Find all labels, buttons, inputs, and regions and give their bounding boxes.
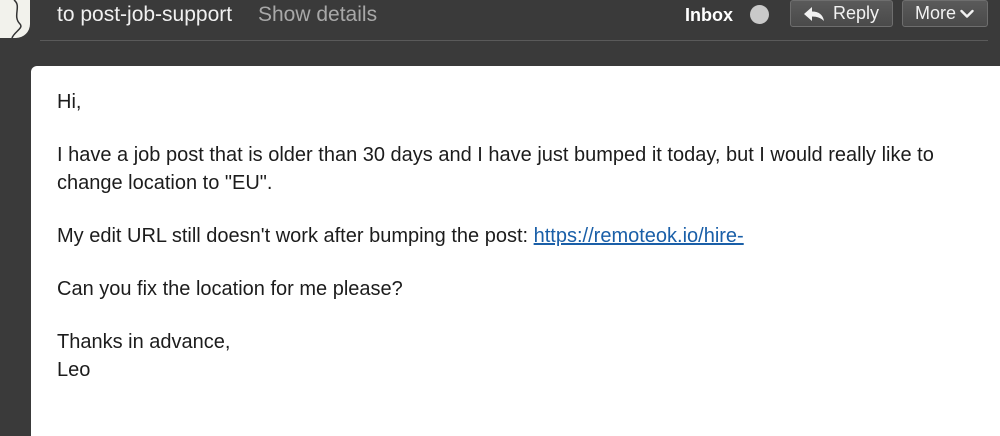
message-header: to post-job-support Show details Inbox R… — [0, 0, 1000, 40]
status-dot-icon[interactable] — [750, 5, 769, 24]
edit-url-link[interactable]: https://remoteok.io/hire- — [534, 225, 744, 247]
folder-label[interactable]: Inbox — [685, 5, 733, 26]
signature: Leo — [57, 359, 91, 381]
greeting: Hi, — [57, 91, 82, 113]
paragraph-3: Can you fix the location for me please? — [57, 278, 403, 300]
recipient-label: to post-job-support — [57, 3, 233, 26]
more-label: More — [915, 3, 957, 23]
chevron-down-icon — [960, 9, 974, 19]
paragraph-1: I have a job post that is older than 30 … — [57, 144, 934, 194]
paragraph-2-text: My edit URL still doesn't work after bum… — [57, 225, 534, 247]
show-details-link[interactable]: Show details — [258, 3, 377, 27]
message-body: Hi, I have a job post that is older than… — [57, 88, 992, 384]
more-button[interactable]: More — [902, 0, 988, 27]
header-divider — [40, 40, 988, 41]
paragraph-2: My edit URL still doesn't work after bum… — [57, 222, 992, 250]
reply-label: Reply — [833, 3, 880, 23]
reply-button[interactable]: Reply — [790, 0, 893, 27]
avatar — [0, 0, 30, 38]
reply-arrow-icon — [803, 6, 825, 22]
closing: Thanks in advance, — [57, 331, 231, 353]
